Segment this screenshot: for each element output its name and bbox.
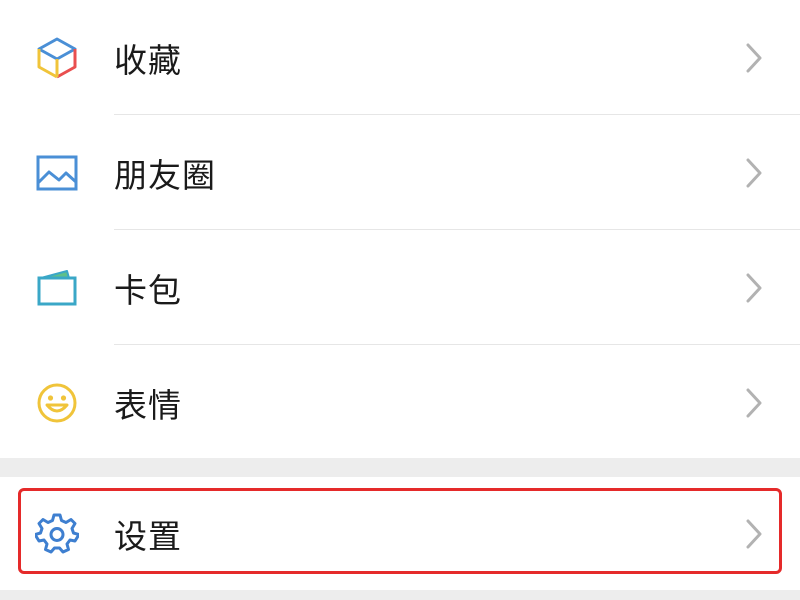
settings-highlight-box xyxy=(18,488,782,574)
menu-item-stickers[interactable]: 表情 xyxy=(0,345,800,460)
chevron-right-icon xyxy=(746,273,762,302)
card-wallet-icon xyxy=(34,265,80,311)
menu-item-card-wallet[interactable]: 卡包 xyxy=(0,230,800,345)
chevron-right-icon xyxy=(746,388,762,417)
chevron-right-icon xyxy=(746,158,762,187)
moments-picture-icon xyxy=(34,150,80,196)
favorites-cube-icon xyxy=(34,35,80,81)
menu-item-label: 收藏 xyxy=(114,40,182,80)
chevron-right-icon xyxy=(746,43,762,72)
menu-item-label: 卡包 xyxy=(114,270,182,310)
menu-item-label: 朋友圈 xyxy=(114,155,216,195)
menu-item-label: 表情 xyxy=(114,385,182,425)
menu-group-main: 收藏 朋友圈 卡包 表情 xyxy=(0,0,800,458)
menu-item-moments[interactable]: 朋友圈 xyxy=(0,115,800,230)
menu-item-favorites[interactable]: 收藏 xyxy=(0,0,800,115)
sticker-smiley-icon xyxy=(34,380,80,426)
